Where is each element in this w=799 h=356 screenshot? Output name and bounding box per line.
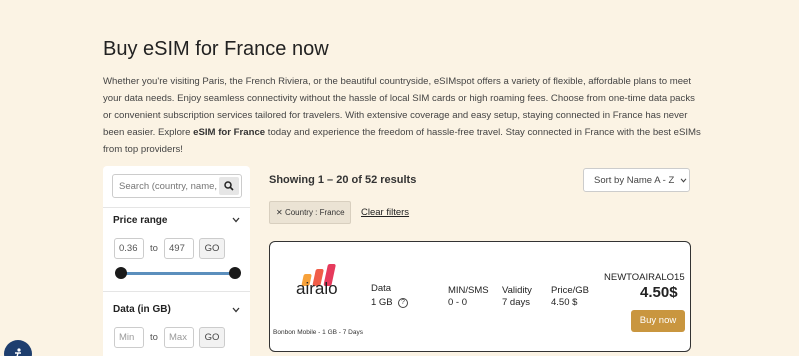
data-go-button[interactable]: GO: [199, 327, 225, 348]
price-range-toggle[interactable]: [232, 215, 240, 225]
data-max-input[interactable]: Max: [164, 327, 194, 348]
data-filter-title: Data (in GB): [113, 304, 171, 315]
plan-price: 4.50$: [640, 284, 678, 301]
promo-code: NEWTOAIRALO15: [604, 272, 685, 283]
brand-name: airalo: [296, 279, 338, 298]
close-icon[interactable]: ✕: [276, 208, 283, 217]
price-min-input[interactable]: 0.36: [114, 238, 144, 259]
results-count: Showing 1 – 20 of 52 results: [269, 174, 417, 186]
data-label: Data: [371, 283, 392, 294]
search-button[interactable]: [219, 177, 239, 195]
sort-label: Sort by Name A - Z: [594, 175, 675, 186]
chevron-down-icon: [232, 217, 240, 223]
data-filter-toggle[interactable]: [232, 305, 240, 315]
active-filter-label: Country : France: [284, 208, 345, 217]
search-icon: [224, 181, 234, 191]
plan-card[interactable]: airalo Bonbon Mobile - 1 GB - 7 Days Dat…: [269, 241, 691, 352]
intro-text: Whether you're visiting Paris, the Frenc…: [103, 73, 703, 158]
accessibility-badge[interactable]: [4, 340, 32, 356]
price-slider-min-handle[interactable]: [115, 267, 127, 279]
data-min-input[interactable]: Min: [114, 327, 144, 348]
data-range-separator: to: [150, 332, 158, 343]
buy-now-button[interactable]: Buy now: [631, 310, 685, 332]
plan-subtitle: Bonbon Mobile - 1 GB - 7 Days: [273, 329, 363, 336]
search-input[interactable]: [119, 178, 217, 194]
data-value: 1 GB: [371, 297, 393, 308]
minsms-label: MIN/SMS: [448, 285, 489, 296]
intro-highlight: eSIM for France: [193, 127, 266, 138]
clear-filters-link[interactable]: Clear filters: [361, 207, 409, 218]
search-box: [112, 174, 242, 198]
price-go-button[interactable]: GO: [199, 238, 225, 259]
price-max-input[interactable]: 497: [164, 238, 194, 259]
active-filter-chip[interactable]: ✕ Country : France: [269, 201, 351, 224]
minsms-value: 0 - 0: [448, 297, 468, 308]
accessibility-icon: [15, 348, 21, 356]
price-per-gb-value: 4.50 $: [551, 297, 578, 308]
price-slider-track[interactable]: [121, 272, 235, 275]
info-icon[interactable]: ?: [398, 298, 408, 308]
price-slider-max-handle[interactable]: [229, 267, 241, 279]
chevron-down-icon: [680, 178, 687, 183]
validity-label: Validity: [502, 285, 532, 296]
price-range-separator: to: [150, 243, 158, 254]
sort-select[interactable]: Sort by Name A - Z: [583, 168, 690, 192]
divider: [103, 291, 250, 292]
price-range-title: Price range: [113, 215, 168, 226]
price-per-gb-label: Price/GB: [551, 285, 590, 296]
validity-value: 7 days: [502, 297, 530, 308]
page-title: Buy eSIM for France now: [103, 38, 329, 60]
divider: [103, 207, 250, 208]
chevron-down-icon: [232, 307, 240, 313]
